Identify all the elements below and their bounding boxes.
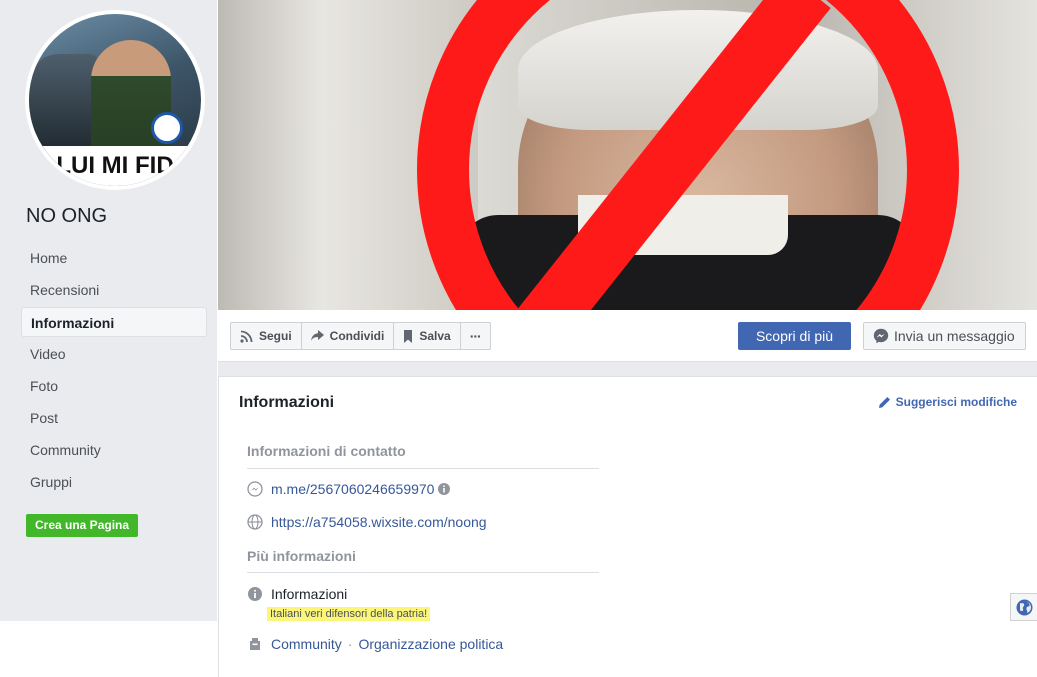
follow-label: Segui <box>259 329 292 343</box>
messenger-row: m.me/2567060246659970 <box>247 481 451 497</box>
nav-groups[interactable]: Gruppi <box>21 467 207 497</box>
bookmark-icon <box>404 329 413 343</box>
nav-videos[interactable]: Video <box>21 339 207 369</box>
website-link[interactable]: https://a754058.wixsite.com/noong <box>271 514 487 530</box>
rss-icon <box>240 330 253 343</box>
about-title: Informazioni <box>239 394 335 411</box>
avatar-caption: LUI MI FID <box>29 146 201 186</box>
suggest-edits-label: Suggerisci modifiche <box>895 395 1017 409</box>
nav-reviews[interactable]: Recensioni <box>21 275 207 305</box>
category-icon <box>247 636 263 652</box>
globe-icon <box>247 514 263 530</box>
category-row: Community · Organizzazione politica <box>247 636 503 652</box>
profile-picture-image: LUI MI FID <box>29 14 201 186</box>
learn-more-button[interactable]: Scopri di più <box>738 322 851 350</box>
nav-photos[interactable]: Foto <box>21 371 207 401</box>
language-globe-button[interactable] <box>1010 593 1037 621</box>
category-political-organization-link[interactable]: Organizzazione politica <box>358 636 503 652</box>
nav-posts[interactable]: Post <box>21 403 207 433</box>
ban-sign-icon <box>417 0 959 310</box>
lega-logo <box>151 112 183 144</box>
website-row: https://a754058.wixsite.com/noong <box>247 514 487 530</box>
save-label: Salva <box>419 329 451 343</box>
more-info-heading: Più informazioni <box>247 548 356 564</box>
messenger-link[interactable]: m.me/2567060246659970 <box>271 481 434 497</box>
nav-about[interactable]: Informazioni <box>21 307 207 337</box>
page-nav: Home Recensioni Informazioni Video Foto … <box>21 243 207 499</box>
messenger-icon <box>247 481 263 497</box>
about-description: Italiani veri difensori della patria! <box>267 607 431 621</box>
suggest-edits-link[interactable]: Suggerisci modifiche <box>878 395 1017 409</box>
info-icon <box>247 586 263 602</box>
page-action-bar: Segui Condividi Salva ··· Scopri di più <box>218 310 1037 362</box>
create-page-button[interactable]: Crea una Pagina <box>26 514 139 537</box>
page-name[interactable]: NO ONG <box>26 205 107 228</box>
share-label: Condividi <box>329 329 385 343</box>
globe-icon <box>1016 599 1032 615</box>
profile-picture[interactable]: LUI MI FID <box>25 10 205 190</box>
about-row: Informazioni <box>247 586 347 602</box>
nav-home[interactable]: Home <box>21 243 207 273</box>
more-options-button[interactable]: ··· <box>461 323 490 349</box>
send-message-button[interactable]: Invia un messaggio <box>863 322 1026 350</box>
contact-divider <box>247 468 599 469</box>
more-info-divider <box>247 572 599 573</box>
follow-button[interactable]: Segui <box>231 323 302 349</box>
action-button-group: Segui Condividi Salva ··· <box>230 322 491 350</box>
nav-community[interactable]: Community <box>21 435 207 465</box>
cover-photo[interactable] <box>218 0 1037 310</box>
section-gap <box>218 362 1037 376</box>
share-arrow-icon <box>310 330 324 341</box>
category-community-link[interactable]: Community <box>271 636 342 652</box>
share-button[interactable]: Condividi <box>302 323 395 349</box>
pencil-icon <box>878 397 890 408</box>
facebook-page: LUI MI FID NO ONG Home Recensioni Inform… <box>0 0 1037 677</box>
left-sidebar: LUI MI FID NO ONG Home Recensioni Inform… <box>0 0 217 621</box>
save-button[interactable]: Salva <box>394 323 461 349</box>
messenger-icon <box>873 328 889 344</box>
about-label: Informazioni <box>271 586 348 602</box>
send-message-label: Invia un messaggio <box>894 328 1015 344</box>
about-card: Informazioni Suggerisci modifiche Inform… <box>218 376 1037 677</box>
ellipsis-icon: ··· <box>469 328 482 344</box>
info-icon[interactable] <box>438 483 451 495</box>
contact-heading: Informazioni di contatto <box>247 443 406 459</box>
category-separator: · <box>347 636 353 652</box>
